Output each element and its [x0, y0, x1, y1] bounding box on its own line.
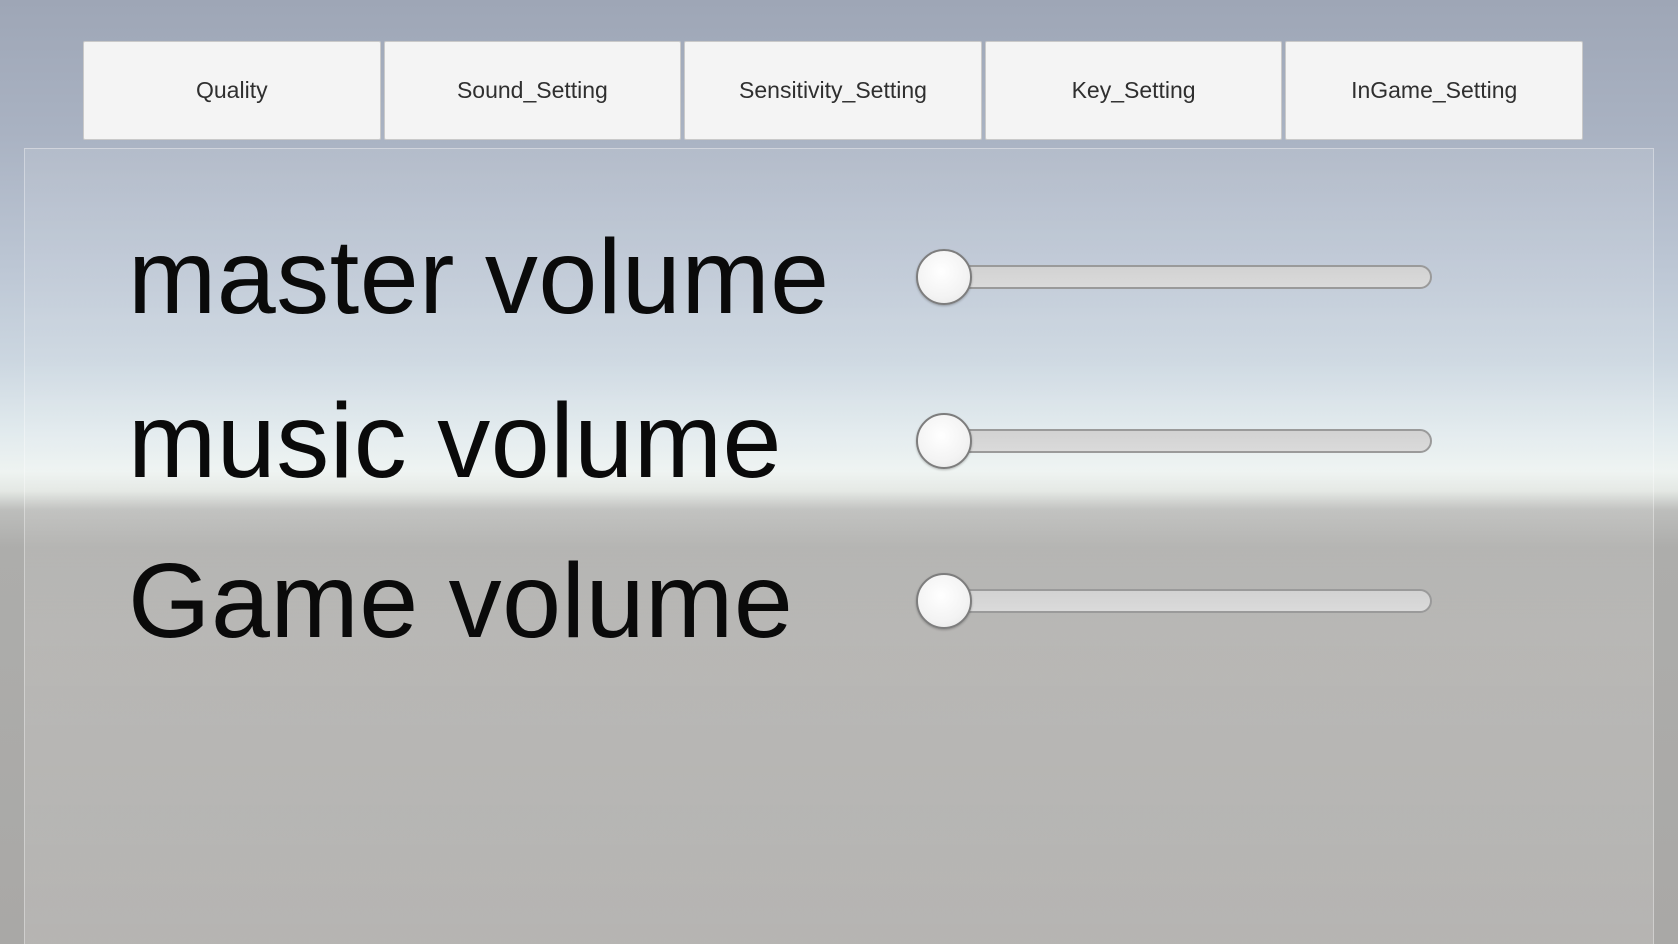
game-volume-slider[interactable] — [916, 573, 1432, 629]
master-volume-label: master volume — [128, 218, 830, 336]
tab-quality[interactable]: Quality — [83, 41, 381, 140]
music-volume-row: music volume — [25, 381, 1653, 501]
game-volume-row: Game volume — [25, 541, 1653, 661]
tab-sensitivity-setting[interactable]: Sensitivity_Setting — [684, 41, 982, 140]
settings-tab-bar: Quality Sound_Setting Sensitivity_Settin… — [83, 41, 1583, 140]
master-volume-slider[interactable] — [916, 249, 1432, 305]
tab-key-setting[interactable]: Key_Setting — [984, 41, 1283, 140]
game-volume-label: Game volume — [128, 542, 794, 660]
tab-sound-setting[interactable]: Sound_Setting — [383, 41, 682, 140]
master-volume-slider-handle[interactable] — [916, 249, 972, 305]
music-volume-slider[interactable] — [916, 413, 1432, 469]
master-volume-row: master volume — [25, 217, 1653, 337]
tab-ingame-setting[interactable]: InGame_Setting — [1285, 41, 1583, 140]
master-volume-slider-track[interactable] — [942, 265, 1432, 289]
game-volume-slider-track[interactable] — [942, 589, 1432, 613]
music-volume-label: music volume — [128, 382, 782, 500]
music-volume-slider-track[interactable] — [942, 429, 1432, 453]
sound-settings-panel: master volume music volume Game volume — [24, 148, 1654, 944]
music-volume-slider-handle[interactable] — [916, 413, 972, 469]
game-volume-slider-handle[interactable] — [916, 573, 972, 629]
